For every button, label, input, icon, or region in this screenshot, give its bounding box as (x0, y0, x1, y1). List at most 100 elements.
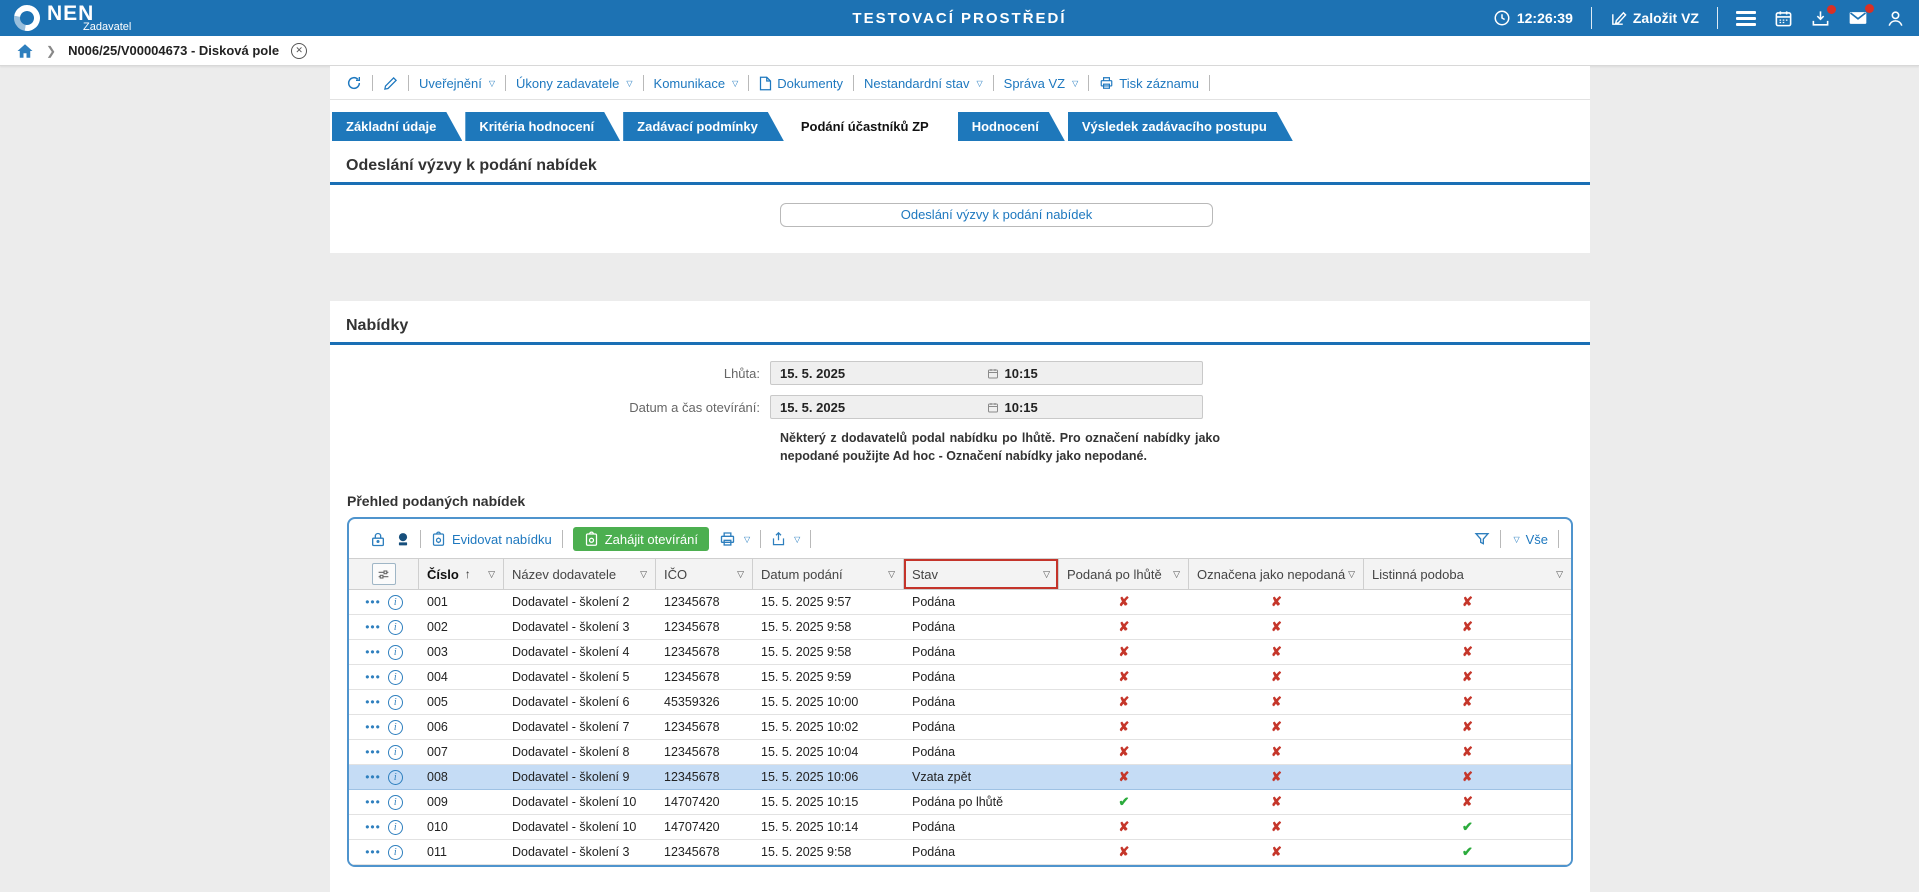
table-row[interactable]: •••i001Dodavatel - školení 21234567815. … (349, 590, 1571, 615)
row-menu-icon[interactable]: ••• (365, 671, 381, 683)
info-icon[interactable]: i (388, 795, 403, 810)
lock-icon[interactable] (370, 531, 386, 548)
table-row[interactable]: •••i006Dodavatel - školení 71234567815. … (349, 715, 1571, 740)
menu-nestandardni-stav[interactable]: Nestandardní stav▽ (864, 76, 983, 91)
info-icon[interactable]: i (388, 720, 403, 735)
row-menu-icon[interactable]: ••• (365, 746, 381, 758)
mail-icon[interactable] (1848, 8, 1868, 28)
header-oznacena-jako-nepodana[interactable]: Označena jako nepodaná▽ (1189, 559, 1364, 589)
cell-nazev-dodavatele: Dodavatel - školení 8 (504, 745, 656, 759)
table-row[interactable]: •••i005Dodavatel - školení 64535932615. … (349, 690, 1571, 715)
row-menu-icon[interactable]: ••• (365, 696, 381, 708)
row-menu-icon[interactable]: ••• (365, 796, 381, 808)
deadline-field[interactable]: 15. 5. 2025 10:15 (770, 361, 1203, 385)
filter-caret-icon[interactable]: ▽ (488, 569, 495, 580)
cross-icon: ✘ (1271, 594, 1282, 610)
filter-vse-dropdown[interactable]: ▽ Vše (1511, 532, 1548, 547)
filter-caret-icon[interactable]: ▽ (737, 569, 744, 580)
row-menu-icon[interactable]: ••• (365, 646, 381, 658)
calendar-icon[interactable] (1774, 9, 1793, 28)
menu-dokumenty[interactable]: Dokumenty (759, 76, 843, 91)
header-cislo[interactable]: Číslo ↑ ▽ (419, 559, 504, 589)
header-listinna-podoba[interactable]: Listinná podoba▽ (1364, 559, 1571, 589)
column-settings-header[interactable] (349, 559, 419, 589)
filter-icon[interactable] (1474, 531, 1490, 547)
header-ico[interactable]: IČO▽ (656, 559, 753, 589)
info-icon[interactable]: i (388, 745, 403, 760)
toolbar-divider (408, 75, 409, 91)
table-row[interactable]: •••i010Dodavatel - školení 101470742015.… (349, 815, 1571, 840)
cross-icon: ✘ (1462, 744, 1473, 760)
info-icon[interactable]: i (388, 820, 403, 835)
row-menu-icon[interactable]: ••• (365, 846, 381, 858)
cell-datum-podani: 15. 5. 2025 9:59 (753, 670, 904, 684)
header-stav[interactable]: Stav▽ (904, 559, 1059, 589)
table-row[interactable]: •••i003Dodavatel - školení 41234567815. … (349, 640, 1571, 665)
home-icon[interactable] (16, 42, 34, 60)
topbar-divider (1591, 7, 1592, 29)
filter-caret-icon[interactable]: ▽ (1173, 569, 1180, 580)
table-row[interactable]: •••i011Dodavatel - školení 31234567815. … (349, 840, 1571, 865)
user-icon[interactable] (1886, 9, 1905, 28)
tab-zadavaci-podminky[interactable]: Zadávací podmínky (623, 112, 784, 141)
cell-datum-podani: 15. 5. 2025 10:06 (753, 770, 904, 784)
menu-icon[interactable] (1736, 11, 1756, 26)
cell-listinna-podoba: ✘ (1364, 694, 1571, 710)
row-menu-icon[interactable]: ••• (365, 771, 381, 783)
menu-ukony-zadavatele[interactable]: Úkony zadavatele▽ (516, 76, 633, 91)
table-row[interactable]: •••i008Dodavatel - školení 91234567815. … (349, 765, 1571, 790)
menu-tisk-zaznamu[interactable]: Tisk záznamu (1099, 76, 1199, 91)
tab-hodnoceni[interactable]: Hodnocení (958, 112, 1065, 141)
table-row[interactable]: •••i004Dodavatel - školení 51234567815. … (349, 665, 1571, 690)
export-button[interactable]: ▽ (771, 531, 800, 547)
filter-caret-icon[interactable]: ▽ (1556, 569, 1563, 580)
header-podana-po-lhute[interactable]: Podaná po lhůtě▽ (1059, 559, 1189, 589)
print-table-button[interactable]: ▽ (719, 531, 750, 547)
refresh-icon[interactable] (346, 75, 362, 91)
nen-brand[interactable]: NEN Zadavatel (14, 3, 131, 33)
pencil-icon[interactable] (383, 76, 398, 91)
header-datum-podani[interactable]: Datum podání▽ (753, 559, 904, 589)
cell-listinna-podoba: ✘ (1364, 644, 1571, 660)
create-vz-button[interactable]: Založit VZ (1610, 10, 1699, 27)
menu-komunikace[interactable]: Komunikace▽ (654, 76, 739, 91)
filter-caret-icon[interactable]: ▽ (1043, 569, 1050, 580)
filter-caret-icon[interactable]: ▽ (640, 569, 647, 580)
table-row[interactable]: •••i009Dodavatel - školení 101470742015.… (349, 790, 1571, 815)
table-row[interactable]: •••i002Dodavatel - školení 31234567815. … (349, 615, 1571, 640)
row-menu-icon[interactable]: ••• (365, 621, 381, 633)
tab-vysledek-zadavaciho-postupu[interactable]: Výsledek zadávacího postupu (1068, 112, 1293, 141)
info-icon[interactable]: i (388, 645, 403, 660)
tab-zakladni-udaje[interactable]: Základní údaje (332, 112, 462, 141)
filter-caret-icon[interactable]: ▽ (888, 569, 895, 580)
row-menu-icon[interactable]: ••• (365, 821, 381, 833)
tab-kriteria-hodnoceni[interactable]: Kritéria hodnocení (465, 112, 620, 141)
zahajit-otevirani-button[interactable]: Zahájit otevírání (573, 527, 709, 551)
menu-sprava-vz[interactable]: Správa VZ▽ (1004, 76, 1079, 91)
info-icon[interactable]: i (388, 670, 403, 685)
close-record-icon[interactable]: ✕ (291, 43, 307, 59)
row-actions: ••• i (349, 670, 419, 685)
row-menu-icon[interactable]: ••• (365, 721, 381, 733)
inbox-icon[interactable] (1811, 9, 1830, 28)
menu-uverejneni[interactable]: Uveřejnění▽ (419, 76, 495, 91)
row-menu-icon[interactable]: ••• (365, 596, 381, 608)
header-nazev-dodavatele[interactable]: Název dodavatele▽ (504, 559, 656, 589)
tab-podani-ucastniku-zp[interactable]: Podání účastníků ZP (787, 112, 955, 141)
send-invite-button[interactable]: Odeslání výzvy k podání nabídek (780, 203, 1213, 227)
table-row[interactable]: •••i007Dodavatel - školení 81234567815. … (349, 740, 1571, 765)
section-gap (330, 253, 1590, 301)
info-icon[interactable]: i (388, 595, 403, 610)
info-icon[interactable]: i (388, 845, 403, 860)
stamp-icon[interactable] (396, 531, 410, 548)
column-settings-icon[interactable] (372, 563, 396, 585)
evidovat-nabidku-button[interactable]: Evidovat nabídku (431, 531, 552, 547)
info-icon[interactable]: i (388, 770, 403, 785)
toolbar-divider (853, 75, 854, 91)
info-icon[interactable]: i (388, 620, 403, 635)
cross-icon: ✘ (1462, 619, 1473, 635)
breadcrumb-item[interactable]: N006/25/V00004673 - Disková pole (68, 43, 279, 58)
info-icon[interactable]: i (388, 695, 403, 710)
opening-field[interactable]: 15. 5. 2025 10:15 (770, 395, 1203, 419)
filter-caret-icon[interactable]: ▽ (1348, 569, 1355, 580)
